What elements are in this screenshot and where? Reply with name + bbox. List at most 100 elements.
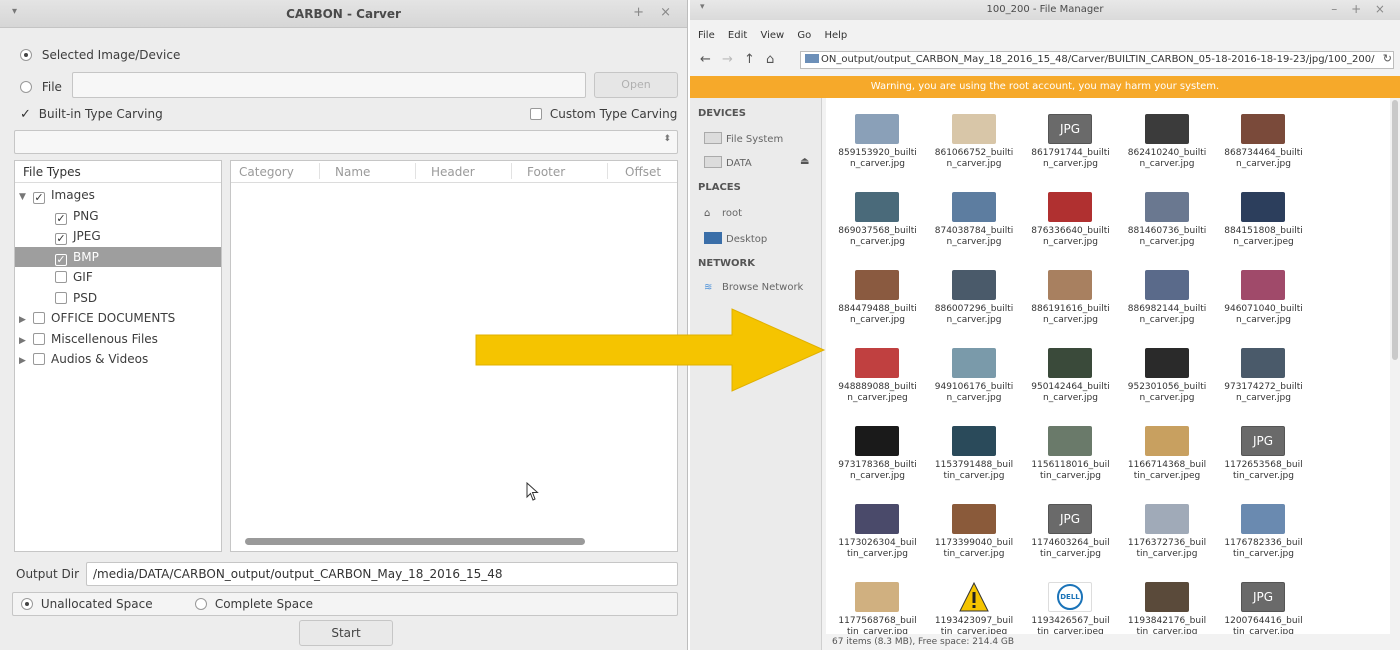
- tree-item[interactable]: ▶ Audios & Videos: [15, 349, 221, 369]
- vertical-scrollbar[interactable]: [1392, 100, 1398, 360]
- col-category[interactable]: Category: [239, 165, 294, 179]
- file-item[interactable]: 952301056_builti n_carver.jpg: [1120, 336, 1215, 406]
- builtin-carving-checkbox[interactable]: ✓ Built-in Type Carving: [20, 107, 163, 122]
- expander-icon[interactable]: ▶: [19, 310, 33, 330]
- menu-edit[interactable]: Edit: [728, 30, 747, 41]
- file-item[interactable]: 884479488_builti n_carver.jpg: [830, 258, 925, 328]
- menu-go[interactable]: Go: [797, 30, 811, 41]
- checkmark-icon[interactable]: ✓: [20, 107, 31, 122]
- checkbox-icon[interactable]: ✓: [55, 233, 67, 245]
- file-item[interactable]: 886982144_builti n_carver.jpg: [1120, 258, 1215, 328]
- tree-item[interactable]: ▶ Miscellenous Files: [15, 329, 221, 349]
- file-item[interactable]: 949106176_builti n_carver.jpg: [927, 336, 1022, 406]
- tree-item[interactable]: GIF: [15, 267, 221, 287]
- window-controls[interactable]: + ×: [633, 5, 677, 20]
- radio-file[interactable]: File: [20, 80, 62, 94]
- file-item[interactable]: 859153920_builti n_carver.jpg: [830, 102, 925, 172]
- file-item[interactable]: 868734464_builti n_carver.jpg: [1216, 102, 1311, 172]
- col-offset[interactable]: Offset: [625, 165, 661, 179]
- checkbox-icon[interactable]: [55, 271, 67, 283]
- file-item[interactable]: 973174272_builti n_carver.jpg: [1216, 336, 1311, 406]
- checkbox-icon[interactable]: [530, 108, 542, 120]
- back-arrow-icon[interactable]: ←: [700, 52, 711, 67]
- file-item[interactable]: 886191616_builti n_carver.jpg: [1023, 258, 1118, 328]
- file-path-input[interactable]: [72, 72, 586, 98]
- tree-item[interactable]: ✓ PNG: [15, 206, 221, 226]
- file-item[interactable]: 1176372736_buil tin_carver.jpg: [1120, 492, 1215, 562]
- file-item[interactable]: 950142464_builti n_carver.jpg: [1023, 336, 1118, 406]
- checkbox-icon[interactable]: ✓: [55, 253, 67, 266]
- sidebar-item-file-system[interactable]: File System: [704, 132, 783, 145]
- radio-complete[interactable]: Complete Space: [195, 597, 313, 611]
- output-dir-input[interactable]: /media/DATA/CARBON_output/output_CARBON_…: [86, 562, 678, 586]
- sidebar-item-root[interactable]: ⌂ root: [704, 208, 742, 219]
- file-item[interactable]: 1156118016_buil tin_carver.jpg: [1023, 414, 1118, 484]
- file-item[interactable]: 1193423097_buil tin_carver.jpeg: [927, 570, 1022, 634]
- col-footer[interactable]: Footer: [527, 165, 565, 179]
- checkbox-icon[interactable]: [33, 332, 45, 345]
- checkbox-icon[interactable]: [33, 353, 45, 365]
- select-arrows-icon[interactable]: ⬍: [663, 134, 671, 144]
- file-item[interactable]: JPG 1174603264_buil tin_carver.jpg: [1023, 492, 1118, 562]
- file-item[interactable]: 881460736_builti n_carver.jpg: [1120, 180, 1215, 250]
- open-button[interactable]: Open: [594, 72, 678, 98]
- reload-icon[interactable]: ↻: [1383, 52, 1392, 65]
- start-button[interactable]: Start: [299, 620, 393, 646]
- file-item[interactable]: 1173399040_buil tin_carver.jpg: [927, 492, 1022, 562]
- menu-view[interactable]: View: [760, 30, 784, 41]
- col-header[interactable]: Header: [431, 165, 475, 179]
- file-item[interactable]: 1173026304_buil tin_carver.jpg: [830, 492, 925, 562]
- file-item[interactable]: 1153791488_buil tin_carver.jpg: [927, 414, 1022, 484]
- tree-item[interactable]: ✓ BMP: [15, 246, 221, 267]
- tree-item[interactable]: ▼ ✓ Images: [15, 185, 221, 205]
- radio-icon[interactable]: [20, 49, 32, 61]
- file-item[interactable]: 1176782336_buil tin_carver.jpg: [1216, 492, 1311, 562]
- path-field[interactable]: ON_output/output_CARBON_May_18_2016_15_4…: [800, 51, 1394, 69]
- up-arrow-icon[interactable]: ↑: [744, 52, 755, 67]
- file-item[interactable]: 876336640_builti n_carver.jpg: [1023, 180, 1118, 250]
- tree-item[interactable]: ✓ JPEG: [15, 226, 221, 246]
- radio-icon[interactable]: [20, 81, 32, 93]
- file-item[interactable]: JPG 1172653568_buil tin_carver.jpg: [1216, 414, 1311, 484]
- eject-icon[interactable]: ⏏: [800, 156, 809, 167]
- file-item[interactable]: 1177568768_buil tin_carver.jpg: [830, 570, 925, 634]
- radio-unallocated[interactable]: Unallocated Space: [21, 597, 153, 611]
- tree-item[interactable]: ▶ OFFICE DOCUMENTS: [15, 308, 221, 328]
- file-item[interactable]: JPG 1200764416_buil tin_carver.jpg: [1216, 570, 1311, 634]
- file-item[interactable]: 861066752_builti n_carver.jpg: [927, 102, 1022, 172]
- file-item[interactable]: 874038784_builti n_carver.jpg: [927, 180, 1022, 250]
- checkbox-icon[interactable]: ✓: [55, 212, 67, 225]
- menu-file[interactable]: File: [698, 30, 715, 41]
- custom-type-select[interactable]: ⬍: [14, 130, 678, 154]
- window-controls[interactable]: – + ×: [1331, 2, 1390, 16]
- file-item[interactable]: DELL 1193426567_buil tin_carver.jpeg: [1023, 570, 1118, 634]
- forward-arrow-icon[interactable]: →: [722, 52, 733, 67]
- expander-icon[interactable]: ▶: [19, 351, 33, 371]
- file-item[interactable]: JPG 861791744_builti n_carver.jpg: [1023, 102, 1118, 172]
- expander-icon[interactable]: ▼: [19, 187, 33, 207]
- sidebar-item-browse-network[interactable]: ≋ Browse Network: [704, 282, 803, 293]
- file-item[interactable]: 869037568_builti n_carver.jpg: [830, 180, 925, 250]
- menu-help[interactable]: Help: [824, 30, 847, 41]
- file-item[interactable]: 886007296_builti n_carver.jpg: [927, 258, 1022, 328]
- checkbox-icon[interactable]: [55, 291, 67, 304]
- radio-icon[interactable]: [195, 598, 207, 610]
- expander-icon[interactable]: ▶: [19, 331, 33, 351]
- horizontal-scrollbar[interactable]: [245, 538, 585, 545]
- checkbox-icon[interactable]: [33, 312, 45, 324]
- file-item[interactable]: 1166714368_buil tin_carver.jpeg: [1120, 414, 1215, 484]
- col-name[interactable]: Name: [335, 165, 370, 179]
- file-item[interactable]: 1193842176_buil tin_carver.jpg: [1120, 570, 1215, 634]
- radio-selected-image[interactable]: Selected Image/Device: [20, 48, 180, 62]
- radio-icon[interactable]: [21, 598, 33, 610]
- custom-carving-checkbox[interactable]: Custom Type Carving: [530, 107, 677, 121]
- tree-item[interactable]: PSD: [15, 288, 221, 308]
- file-item[interactable]: 862410240_builti n_carver.jpg: [1120, 102, 1215, 172]
- checkbox-icon[interactable]: ✓: [33, 192, 45, 204]
- file-item[interactable]: 948889088_builti n_carver.jpeg: [830, 336, 925, 406]
- file-item[interactable]: 946071040_builti n_carver.jpg: [1216, 258, 1311, 328]
- sidebar-item-desktop[interactable]: Desktop: [704, 232, 767, 245]
- sidebar-item-data[interactable]: DATA ⏏: [704, 156, 809, 169]
- file-item[interactable]: 973178368_builti n_carver.jpg: [830, 414, 925, 484]
- file-item[interactable]: 884151808_builti n_carver.jpeg: [1216, 180, 1311, 250]
